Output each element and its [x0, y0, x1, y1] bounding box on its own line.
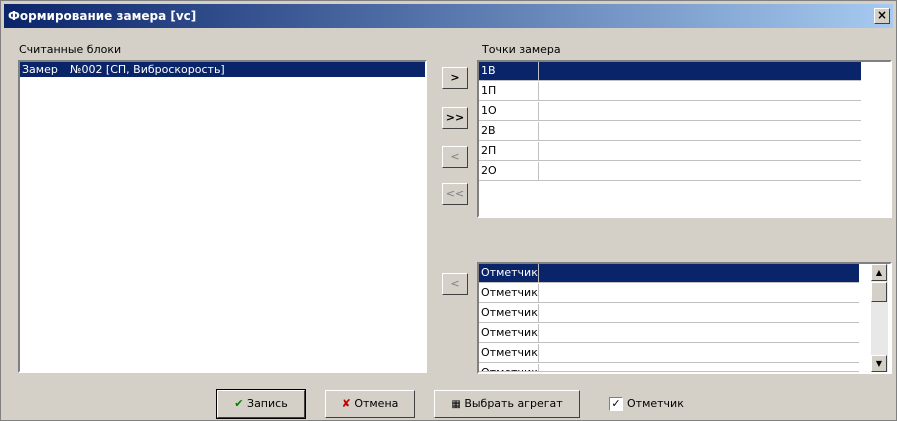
- table-row[interactable]: Отметчик: [479, 324, 859, 343]
- cross-icon: ✘: [341, 397, 351, 410]
- table-row[interactable]: 1П: [479, 82, 861, 101]
- point-cell: 2В: [479, 122, 539, 141]
- point-cell: 2О: [479, 162, 539, 181]
- point-cell: 2П: [479, 142, 539, 161]
- marker-cell: Отметчик: [479, 284, 539, 303]
- marker-cell: Отметчик: [479, 324, 539, 343]
- table-row[interactable]: Отметчик: [479, 364, 859, 372]
- scroll-up-icon[interactable]: ▲: [871, 264, 887, 281]
- table-row[interactable]: Отметчик: [479, 344, 859, 363]
- checkmark-icon: ✔: [234, 397, 244, 410]
- table-row[interactable]: Отметчик: [479, 304, 859, 323]
- scroll-thumb[interactable]: [871, 282, 887, 302]
- table-row[interactable]: 2П: [479, 142, 861, 161]
- marker-cell: Отметчик: [479, 364, 539, 371]
- point-cell: 1О: [479, 102, 539, 121]
- close-button[interactable]: ×: [874, 8, 890, 24]
- measure-points-label: Точки замера: [482, 43, 561, 56]
- remove-button[interactable]: <: [442, 146, 468, 168]
- select-unit-button-label: Выбрать агрегат: [464, 397, 563, 410]
- marker-cell: Отметчик: [479, 304, 539, 323]
- point-cell: 1В: [479, 62, 539, 81]
- remove-all-button[interactable]: <<: [442, 183, 468, 205]
- marker-cell: Отметчик: [479, 344, 539, 363]
- marker-checkbox-label: Отметчик: [627, 397, 684, 410]
- save-button-label: Запись: [247, 397, 288, 410]
- table-row[interactable]: Отметчик: [479, 284, 859, 303]
- add-button[interactable]: >: [442, 67, 468, 89]
- point-cell: 1П: [479, 82, 539, 101]
- list-item[interactable]: Замер №002 [СП, Виброскорость]: [20, 62, 425, 77]
- window-title: Формирование замера [vc]: [8, 9, 197, 23]
- markers-scrollbar[interactable]: ▲ ▼: [871, 264, 888, 372]
- table-row[interactable]: Отметчик: [479, 264, 859, 283]
- table-row[interactable]: 1О: [479, 102, 861, 121]
- cancel-button[interactable]: ✘ Отмена: [325, 390, 415, 418]
- remove-marker-button[interactable]: <: [442, 273, 468, 295]
- table-row[interactable]: 2В: [479, 122, 861, 141]
- scroll-down-icon[interactable]: ▼: [871, 355, 887, 372]
- list-item-type: Замер: [22, 63, 58, 76]
- marker-cell: Отметчик: [479, 264, 539, 283]
- title-bar[interactable]: Формирование замера [vc] ×: [4, 4, 893, 28]
- markers-grid[interactable]: Отметчик Отметчик Отметчик Отметчик Отме…: [477, 262, 892, 374]
- list-item-name: №002 [СП, Виброскорость]: [70, 63, 225, 76]
- measure-points-grid[interactable]: 1В 1П 1О 2В 2П 2О: [477, 60, 892, 218]
- tree-icon: ▦: [451, 399, 461, 410]
- marker-checkbox[interactable]: ✓: [609, 397, 623, 411]
- cancel-button-label: Отмена: [354, 397, 399, 410]
- read-blocks-label: Считанные блоки: [19, 43, 122, 56]
- table-row[interactable]: 2О: [479, 162, 861, 181]
- read-blocks-list[interactable]: Замер №002 [СП, Виброскорость]: [18, 60, 427, 373]
- save-button[interactable]: ✔ Запись: [216, 389, 306, 419]
- add-all-button[interactable]: >>: [442, 107, 468, 129]
- table-row[interactable]: 1В: [479, 62, 861, 81]
- dialog-window: Формирование замера [vc] × Считанные бло…: [0, 0, 897, 421]
- select-unit-button[interactable]: ▦ Выбрать агрегат: [434, 390, 580, 418]
